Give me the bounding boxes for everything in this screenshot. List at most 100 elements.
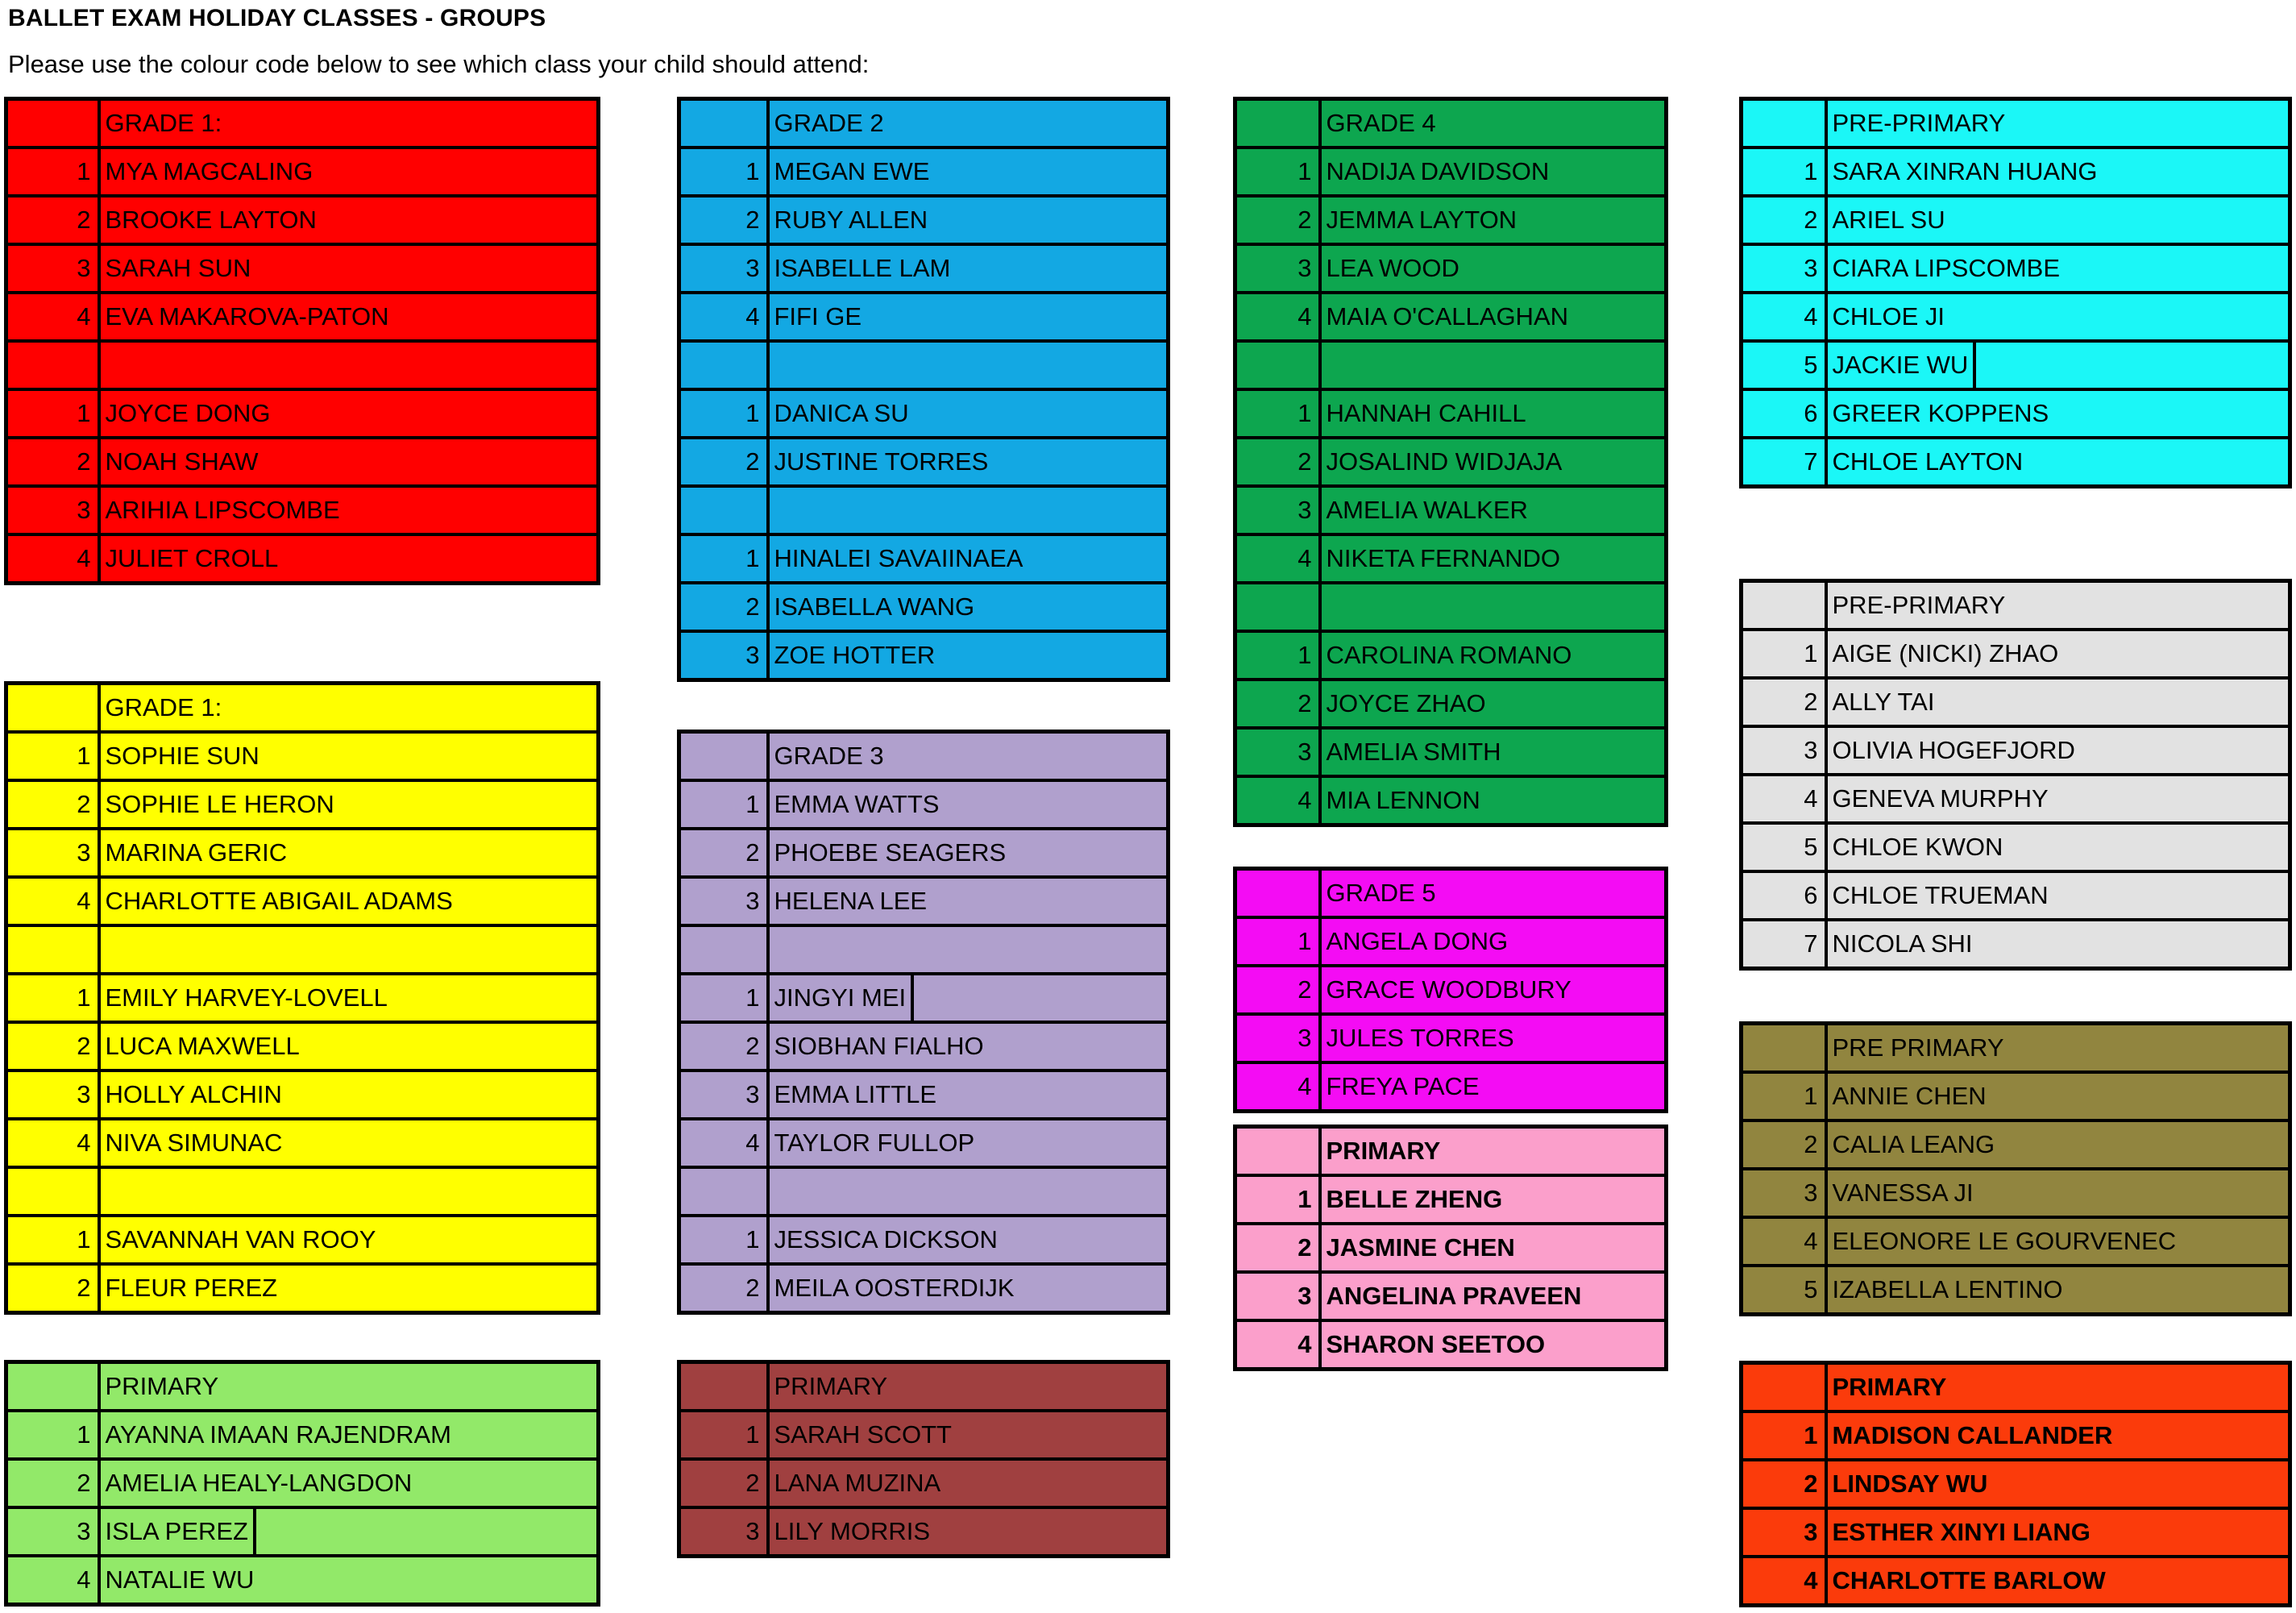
student-name-cell: NADIJA DAVIDSON bbox=[1318, 146, 1668, 197]
table-row: 2 PHOEBE SEAGERS bbox=[677, 827, 1170, 879]
row-index-cell: 2 bbox=[1739, 1458, 1828, 1510]
row-index-cell: 2 bbox=[1739, 1119, 1828, 1170]
class-name-header: GRADE 1: bbox=[97, 681, 600, 734]
student-name-cell: LEA WOOD bbox=[1318, 243, 1668, 294]
table-row: 4 FIFI GE bbox=[677, 291, 1170, 343]
row-index-cell: 7 bbox=[1739, 436, 1828, 488]
student-name-cell: CHLOE TRUEMAN bbox=[1824, 870, 2292, 921]
editing-cell-outline[interactable]: JINGYI MEI bbox=[771, 977, 915, 1019]
table-row: 2 SOPHIE LE HERON bbox=[4, 779, 600, 830]
table-row: 2 LANA MUZINA bbox=[677, 1457, 1170, 1509]
student-name-cell: ISLA PEREZ bbox=[97, 1506, 600, 1557]
header-index-cell bbox=[4, 1360, 101, 1412]
table-row: 4 CHLOE JI bbox=[1739, 291, 2292, 343]
header-index-cell bbox=[677, 97, 770, 149]
row-index-cell: 4 bbox=[4, 875, 101, 927]
student-name-cell: JUSTINE TORRES bbox=[766, 436, 1170, 488]
table-row: 1 SAVANNAH VAN ROOY bbox=[4, 1214, 600, 1266]
row-index-cell: 5 bbox=[1739, 821, 1828, 873]
table-row: 1 NADIJA DAVIDSON bbox=[1233, 146, 1668, 197]
student-name-cell: IZABELLA LENTINO bbox=[1824, 1264, 2292, 1316]
row-index-cell bbox=[677, 1166, 770, 1217]
student-name-cell: CAROLINA ROMANO bbox=[1318, 630, 1668, 681]
group-table-grade5-magenta: GRADE 5 1 ANGELA DONG 2 GRACE WOODBURY 3 JULES… bbox=[1233, 867, 1668, 1113]
spacer-row bbox=[4, 339, 600, 391]
row-index-cell: 3 bbox=[4, 1506, 101, 1557]
header-index-cell bbox=[1739, 1021, 1828, 1074]
table-row: 1 ANGELA DONG bbox=[1233, 916, 1668, 967]
student-name-cell: LANA MUZINA bbox=[766, 1457, 1170, 1509]
student-name-cell: JACKIE WU bbox=[1824, 339, 2292, 391]
row-index-cell: 1 bbox=[1233, 630, 1322, 681]
table-row: 3 ISABELLE LAM bbox=[677, 243, 1170, 294]
table-row: 2 AMELIA HEALY-LANGDON bbox=[4, 1457, 600, 1509]
row-index-cell: 1 bbox=[4, 1214, 101, 1266]
row-index-cell: 2 bbox=[677, 1457, 770, 1509]
student-name-cell: JASMINE CHEN bbox=[1318, 1222, 1668, 1274]
table-row: 3 HOLLY ALCHIN bbox=[4, 1069, 600, 1120]
table-row: 2 FLEUR PEREZ bbox=[4, 1262, 600, 1315]
student-name-cell: LILY MORRIS bbox=[766, 1506, 1170, 1558]
editing-cell-outline[interactable]: ISLA PEREZ bbox=[102, 1511, 256, 1553]
table-row: 2 SIOBHAN FIALHO bbox=[677, 1021, 1170, 1072]
row-index-cell: 2 bbox=[4, 779, 101, 830]
table-row: 4 NATALIE WU bbox=[4, 1554, 600, 1607]
table-row: 1 HANNAH CAHILL bbox=[1233, 388, 1668, 439]
row-index-cell: 3 bbox=[677, 875, 770, 927]
table-row: 2 GRACE WOODBURY bbox=[1233, 964, 1668, 1016]
table-row: 4 JULIET CROLL bbox=[4, 533, 600, 585]
group-table-grade3-purple: GRADE 3 1 EMMA WATTS 2 PHOEBE SEAGERS 3 HELENA… bbox=[677, 730, 1170, 1315]
row-index-cell: 2 bbox=[677, 1021, 770, 1072]
student-name-cell bbox=[766, 924, 1170, 975]
student-name-cell: ELEONORE LE GOURVENEC bbox=[1824, 1216, 2292, 1267]
row-index-cell: 3 bbox=[1233, 484, 1322, 536]
row-index-cell: 3 bbox=[677, 1069, 770, 1120]
student-name-cell: SHARON SEETOO bbox=[1318, 1319, 1668, 1371]
table-row: 3 AMELIA SMITH bbox=[1233, 726, 1668, 778]
student-name-cell bbox=[1318, 581, 1668, 633]
student-name-cell: AMELIA SMITH bbox=[1318, 726, 1668, 778]
row-index-cell: 3 bbox=[4, 484, 101, 536]
class-name-header: GRADE 3 bbox=[766, 730, 1170, 782]
table-row: 2 ARIEL SU bbox=[1739, 194, 2292, 246]
student-name-cell: MEILA OOSTERDIJK bbox=[766, 1262, 1170, 1315]
table-header-row: PRE-PRIMARY bbox=[1739, 579, 2292, 631]
group-table-primary-orange: PRIMARY 1 MADISON CALLANDER 2 LINDSAY WU 3 EST… bbox=[1739, 1361, 2292, 1607]
student-name-cell: CALIA LEANG bbox=[1824, 1119, 2292, 1170]
table-row: 1 SOPHIE SUN bbox=[4, 730, 600, 782]
student-name-cell: RUBY ALLEN bbox=[766, 194, 1170, 246]
student-name-cell: FREYA PACE bbox=[1318, 1061, 1668, 1113]
header-index-cell bbox=[1233, 97, 1322, 149]
editing-cell-outline[interactable]: JACKIE WU bbox=[1829, 344, 1977, 386]
header-index-cell bbox=[1739, 579, 1828, 631]
row-index-cell: 2 bbox=[4, 1262, 101, 1315]
student-name-cell: MAIA O'CALLAGHAN bbox=[1318, 291, 1668, 343]
table-row: 1 JINGYI MEI bbox=[677, 972, 1170, 1024]
table-row: 1 JESSICA DICKSON bbox=[677, 1214, 1170, 1266]
row-index-cell: 1 bbox=[4, 972, 101, 1024]
table-row: 2 NOAH SHAW bbox=[4, 436, 600, 488]
table-row: 1 EMILY HARVEY-LOVELL bbox=[4, 972, 600, 1024]
row-index-cell: 4 bbox=[1233, 775, 1322, 827]
header-index-cell bbox=[1233, 867, 1322, 919]
header-index-cell bbox=[4, 97, 101, 149]
student-name-cell: LUCA MAXWELL bbox=[97, 1021, 600, 1072]
header-index-cell bbox=[1233, 1125, 1322, 1177]
table-row: 1 AIGE (NICKI) ZHAO bbox=[1739, 628, 2292, 680]
student-name-cell: TAYLOR FULLOP bbox=[766, 1117, 1170, 1169]
student-name-cell: PHOEBE SEAGERS bbox=[766, 827, 1170, 879]
student-name-cell bbox=[97, 924, 600, 975]
table-row: 3 ARIHIA LIPSCOMBE bbox=[4, 484, 600, 536]
class-name-header: PRIMARY bbox=[97, 1360, 600, 1412]
header-index-cell bbox=[1739, 1361, 1828, 1413]
student-name-cell: HELENA LEE bbox=[766, 875, 1170, 927]
student-name-cell: CHLOE LAYTON bbox=[1824, 436, 2292, 488]
table-row: 7 NICOLA SHI bbox=[1739, 918, 2292, 971]
table-row: 6 GREER KOPPENS bbox=[1739, 388, 2292, 439]
row-index-cell: 6 bbox=[1739, 388, 1828, 439]
table-header-row: PRIMARY bbox=[1739, 1361, 2292, 1413]
table-row: 3 VANESSA JI bbox=[1739, 1167, 2292, 1219]
table-row: 7 CHLOE LAYTON bbox=[1739, 436, 2292, 488]
table-row: 1 MADISON CALLANDER bbox=[1739, 1410, 2292, 1461]
table-header-row: PRIMARY bbox=[1233, 1125, 1668, 1177]
